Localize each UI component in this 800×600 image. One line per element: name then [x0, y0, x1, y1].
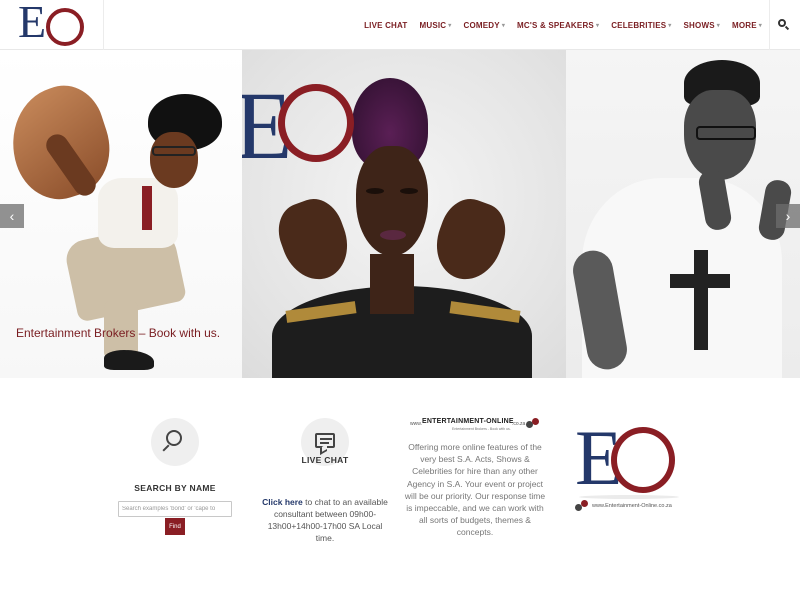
figure-eye: [400, 188, 418, 194]
brand-logo-o: [611, 427, 675, 493]
hero-slider: Entertainment Brokers – Book with us. E …: [0, 50, 800, 378]
nav-label: SHOWS: [683, 20, 715, 30]
brand-url: www.Entertainment-Online.co.za: [575, 499, 672, 513]
magnifier-ring: [166, 430, 182, 446]
figure-face: [150, 132, 198, 188]
find-button[interactable]: Find: [165, 518, 185, 535]
bubble-line: [320, 438, 332, 440]
live-chat-link[interactable]: Click here: [262, 497, 303, 507]
logo-letter-e: E: [18, 0, 47, 47]
nav-item-comedy[interactable]: COMEDY ▾: [464, 21, 506, 30]
figure-hand-left: [270, 191, 358, 289]
header-divider: [769, 0, 770, 50]
nav-item-mcs-speakers[interactable]: MC'S & SPEAKERS ▾: [517, 21, 599, 30]
logo-letter-o: [46, 8, 84, 46]
figure-tie: [142, 186, 152, 230]
entertainment-online-banner: www. ENTERTAINMENT-ONLINE .co.za Enterta…: [410, 418, 540, 431]
magnifier-icon: [151, 418, 199, 466]
site-logo[interactable]: E: [14, 0, 92, 47]
features-section: SEARCH BY NAME Find LIVE CHAT Click here…: [0, 378, 800, 600]
nav-label: COMEDY: [463, 20, 500, 30]
slide-caption: Entertainment Brokers – Book with us.: [16, 326, 221, 340]
figure-glasses: [152, 146, 196, 156]
nav-label: MUSIC: [419, 20, 447, 30]
figure-eye: [366, 188, 384, 194]
overlay-logo: E: [242, 78, 364, 174]
chevron-down-icon: ▾: [501, 22, 506, 29]
eo-mini-icon: [575, 500, 589, 512]
cross-vertical: [694, 250, 708, 350]
nav-label: LIVE CHAT: [364, 20, 408, 30]
bubble-line: [320, 442, 329, 444]
site-header: E LIVE CHAT MUSIC ▾ COMEDY ▾ MC'S & SPEAKE…: [0, 0, 800, 50]
figure-hand-right: [426, 191, 514, 289]
nav-item-shows[interactable]: SHOWS ▾: [684, 21, 720, 30]
nav-item-music[interactable]: MUSIC ▾: [420, 21, 452, 30]
nav-label: MORE: [731, 20, 757, 30]
nav-item-celebrities[interactable]: CELEBRITIES ▾: [611, 21, 671, 30]
banner-prefix: www.: [410, 421, 422, 427]
nav-item-more[interactable]: MORE ▾: [732, 21, 762, 30]
chevron-right-icon[interactable]: ›: [776, 204, 800, 228]
banner-suffix: .co.za: [512, 421, 526, 427]
banner-name: ENTERTAINMENT-ONLINE: [422, 418, 514, 425]
search-by-name-title: SEARCH BY NAME: [134, 483, 216, 493]
nav-label: CELEBRITIES: [611, 20, 667, 30]
figure-shirt: [98, 178, 178, 248]
search-icon-handle: [784, 25, 790, 31]
shirt-cross-print: [670, 250, 730, 350]
slide-image-rapper: [566, 50, 800, 378]
icon-dot: [581, 500, 588, 507]
brand-logo: E: [575, 419, 685, 505]
chevron-down-icon: ▾: [448, 22, 452, 29]
nav-item-live-chat[interactable]: LIVE CHAT: [364, 21, 407, 30]
icon-dot: [532, 418, 539, 425]
chat-bubble-shape: [315, 433, 335, 448]
chevron-down-icon: ▾: [758, 22, 762, 29]
chevron-down-icon: ▾: [595, 22, 600, 29]
figure-shoe: [104, 350, 154, 370]
figure-glasses: [696, 126, 756, 140]
search-input[interactable]: [118, 501, 232, 517]
header-divider: [103, 0, 104, 50]
search-icon[interactable]: [776, 17, 792, 33]
magnifier-handle: [162, 444, 170, 452]
nav-label: MC'S & SPEAKERS: [517, 20, 594, 30]
slide-image-singer: E: [242, 50, 566, 378]
main-nav: LIVE CHAT MUSIC ▾ COMEDY ▾ MC'S & SPEAKERS…: [352, 0, 762, 50]
eo-mini-icon: [526, 418, 540, 428]
live-chat-text: Click here to chat to an available consu…: [260, 496, 390, 544]
cross-horizontal: [670, 274, 730, 288]
offer-text: Offering more online features of the ver…: [404, 442, 546, 538]
figure-lips: [380, 230, 406, 240]
brand-url-text: www.Entertainment-Online.co.za: [592, 503, 672, 509]
live-chat-title: LIVE CHAT: [301, 455, 349, 465]
figure-neck: [370, 254, 414, 314]
chevron-left-icon[interactable]: ‹: [0, 204, 24, 228]
slide-image-comedian: Entertainment Brokers – Book with us.: [0, 50, 242, 378]
chevron-down-icon: ▾: [716, 22, 720, 29]
overlay-logo-o: [278, 84, 354, 162]
chevron-down-icon: ▾: [668, 22, 672, 29]
banner-tagline: Entertainment Brokers - Book with us.: [452, 427, 511, 431]
